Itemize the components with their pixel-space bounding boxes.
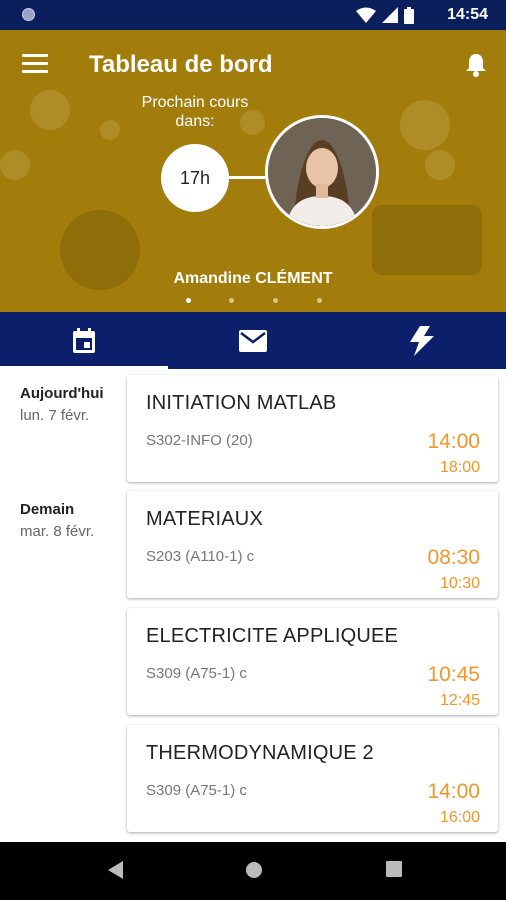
background-decoration — [425, 150, 455, 180]
status-time: 14:54 — [447, 6, 488, 23]
pager-dot[interactable] — [186, 298, 191, 303]
recents-icon[interactable] — [385, 860, 403, 878]
course-room: S203 (A110-1) c — [146, 548, 255, 565]
course-start-time: 10:45 — [427, 663, 480, 686]
course-card[interactable]: THERMODYNAMIQUE 2 S309 (A75-1) c 14:00 1… — [127, 725, 498, 832]
course-card[interactable]: ELECTRICITE APPLIQUEE S309 (A75-1) c 10:… — [127, 608, 498, 715]
bell-icon[interactable] — [464, 52, 488, 78]
tab-calendar[interactable] — [0, 312, 168, 369]
course-end-time: 10:30 — [439, 575, 480, 592]
course-end-time: 18:00 — [439, 459, 480, 476]
background-decoration — [100, 120, 120, 140]
course-end-time: 12:45 — [439, 692, 480, 709]
tab-messages[interactable] — [169, 312, 337, 369]
teacher-name: Amandine CLÉMENT — [173, 270, 333, 287]
page-title: Tableau de bord — [89, 51, 273, 78]
course-title: THERMODYNAMIQUE 2 — [146, 742, 374, 764]
countdown-badge: 17h — [161, 144, 229, 212]
background-decoration — [30, 90, 70, 130]
next-course-label: Prochain cours dans: — [141, 94, 249, 130]
dashboard-header: Tableau de bord Prochain cours dans: 17h… — [0, 30, 506, 312]
notification-dot-icon — [22, 8, 35, 21]
home-icon[interactable] — [244, 860, 264, 880]
calendar-icon — [73, 327, 95, 353]
day-date: lun. 7 févr. — [20, 407, 90, 424]
course-end-time: 16:00 — [439, 809, 480, 826]
day-label: Demain mar. 8 févr. — [20, 501, 94, 540]
teacher-avatar[interactable] — [265, 115, 379, 229]
status-bar: 14:54 — [0, 0, 506, 30]
course-start-time: 14:00 — [427, 430, 480, 453]
tab-bar — [0, 312, 506, 369]
day-date: mar. 8 févr. — [20, 523, 95, 540]
day-name: Demain — [20, 501, 75, 518]
countdown-connector — [229, 176, 267, 179]
day-label: Aujourd'hui lun. 7 févr. — [20, 385, 104, 424]
background-decoration — [400, 100, 450, 150]
course-card[interactable]: MATERIAUX S203 (A110-1) c 08:30 10:30 — [127, 491, 498, 598]
background-decoration — [372, 205, 482, 275]
background-decoration — [0, 150, 30, 180]
status-icons — [356, 6, 414, 24]
pager-dots — [0, 298, 506, 304]
schedule-list: Aujourd'hui lun. 7 févr. Demain mar. 8 f… — [0, 369, 506, 842]
pager-dot[interactable] — [229, 298, 234, 303]
mail-icon — [239, 329, 267, 352]
course-room: S309 (A75-1) c — [146, 782, 247, 799]
teacher-photo — [268, 118, 376, 226]
menu-icon[interactable] — [22, 54, 48, 76]
course-start-time: 14:00 — [427, 780, 480, 803]
course-start-time: 08:30 — [427, 546, 480, 569]
day-name: Aujourd'hui — [20, 385, 104, 402]
wifi-icon — [356, 7, 376, 23]
course-title: INITIATION MATLAB — [146, 392, 337, 414]
signal-icon — [382, 7, 398, 23]
countdown-value: 17h — [179, 167, 211, 188]
pager-dot[interactable] — [317, 298, 322, 303]
battery-icon — [404, 6, 414, 24]
pager-dot[interactable] — [273, 298, 278, 303]
tab-activity[interactable] — [338, 312, 506, 369]
system-nav-bar — [0, 842, 506, 900]
course-title: MATERIAUX — [146, 508, 263, 530]
lightning-icon — [410, 325, 434, 356]
back-icon[interactable] — [106, 860, 124, 880]
course-room: S302-INFO (20) — [146, 432, 253, 449]
course-room: S309 (A75-1) c — [146, 665, 247, 682]
course-title: ELECTRICITE APPLIQUEE — [146, 625, 399, 647]
course-card[interactable]: INITIATION MATLAB S302-INFO (20) 14:00 1… — [127, 375, 498, 482]
